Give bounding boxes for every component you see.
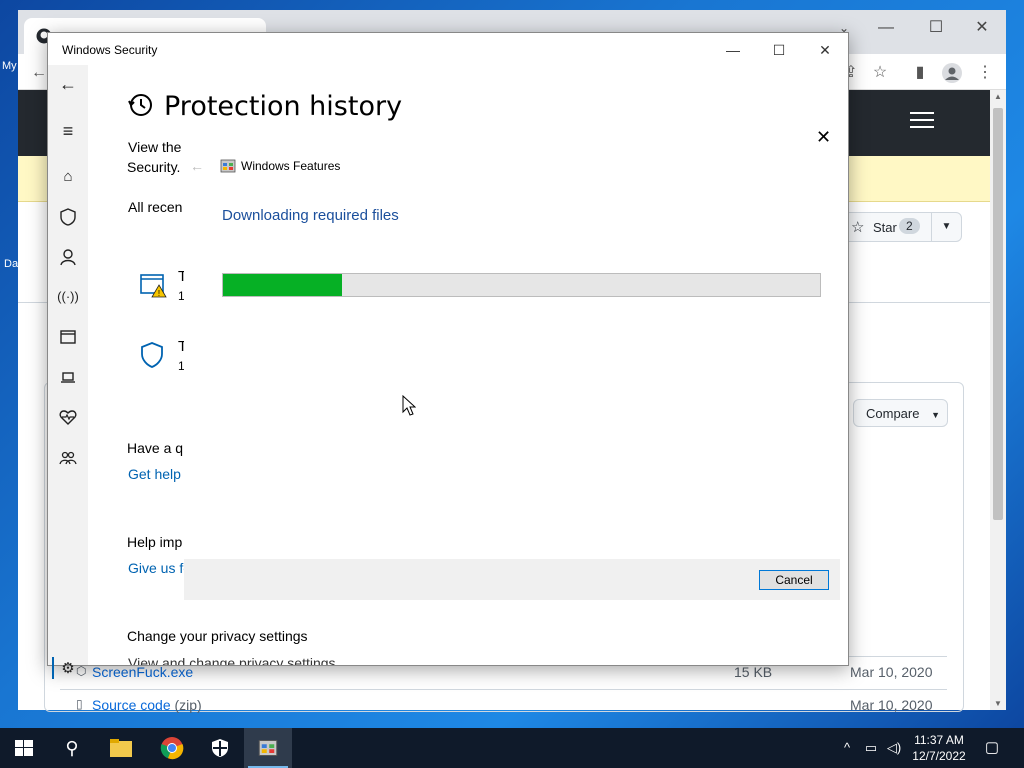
close-icon[interactable]: ✕: [816, 127, 831, 148]
volume-icon[interactable]: ◁): [886, 740, 902, 756]
asset-row[interactable]: ▯ Source code (zip) Mar 10, 2020: [60, 689, 947, 721]
filter-label: All recen: [128, 199, 183, 215]
account-icon[interactable]: [57, 246, 79, 268]
clock-time: 11:37 AM: [914, 733, 964, 747]
svg-text:!: !: [158, 289, 160, 298]
system-clock[interactable]: 11:37 AM 12/7/2022: [908, 732, 970, 764]
status-text: Downloading required files: [222, 207, 399, 224]
back-arrow-icon[interactable]: ←: [57, 73, 79, 95]
section-heading: Have a q: [127, 440, 184, 456]
home-icon[interactable]: ⌂: [57, 166, 79, 188]
close-icon[interactable]: ✕: [962, 14, 1002, 42]
star-button-label: Star: [873, 220, 897, 235]
page-title: Protection history: [164, 91, 403, 122]
firewall-network-icon[interactable]: ((·)): [57, 286, 79, 308]
close-icon[interactable]: ✕: [802, 37, 848, 63]
window-title: Windows Security: [62, 43, 158, 57]
notifications-icon[interactable]: ▢: [984, 740, 1000, 756]
taskbar: ⚲ ^ ▭ ◁) 11:37 AM 12/7/2022 ▢: [0, 728, 1024, 768]
star-dropdown-icon[interactable]: ▼: [931, 213, 961, 241]
scroll-down-icon[interactable]: ▼: [994, 699, 1002, 708]
family-options-icon[interactable]: [57, 447, 79, 469]
scrollbar-thumb[interactable]: [993, 108, 1003, 520]
page-scrollbar[interactable]: ▲ ▼: [990, 90, 1006, 710]
mouse-cursor-icon: [402, 395, 416, 416]
nav-rail: ← ≡ ⌂ ((·)) ⚙: [48, 65, 88, 679]
asset-name[interactable]: ScreenFuck.exe: [92, 664, 193, 680]
chrome-icon[interactable]: [148, 728, 196, 768]
windows-security-shield-icon[interactable]: [196, 728, 244, 768]
windows-features-taskbar-button[interactable]: [244, 728, 292, 768]
dialog-title: Windows Features: [241, 159, 341, 173]
clock-date: 12/7/2022: [912, 749, 966, 763]
shield-icon[interactable]: [57, 206, 79, 228]
scroll-up-icon[interactable]: ▲: [994, 92, 1002, 101]
active-indicator: [52, 657, 54, 679]
desktop-label[interactable]: Da: [4, 258, 18, 270]
section-heading: Help imp: [127, 534, 183, 550]
dialog-footer: Cancel: [184, 559, 840, 600]
intro-text: Security.: [127, 159, 181, 175]
kebab-menu-icon[interactable]: ⋮: [974, 62, 996, 84]
search-icon[interactable]: ⚲: [48, 728, 96, 768]
device-health-icon[interactable]: [57, 406, 79, 428]
section-heading: Change your privacy settings: [127, 628, 308, 644]
hamburger-menu-icon[interactable]: ≡: [57, 120, 79, 142]
bookmark-star-icon[interactable]: ☆: [869, 62, 891, 84]
app-warning-icon: !: [140, 274, 167, 298]
shield-icon: [141, 342, 163, 368]
side-panel-icon[interactable]: ▮: [909, 62, 931, 84]
get-help-link[interactable]: Get help: [128, 466, 181, 482]
compare-button[interactable]: Compare ▼: [853, 399, 948, 427]
maximize-icon[interactable]: ☐: [756, 37, 802, 63]
asset-name[interactable]: Source code (zip): [92, 697, 202, 713]
desktop-label[interactable]: My: [2, 60, 17, 72]
windows-features-dialog: ← Windows Features Downloading required …: [184, 150, 840, 600]
progress-fill: [223, 274, 343, 296]
privacy-link-clip: View and change privacy settings: [128, 653, 428, 665]
network-icon[interactable]: ▭: [863, 740, 879, 756]
windows-start-icon[interactable]: [0, 728, 48, 768]
minimize-icon[interactable]: —: [866, 14, 906, 42]
profile-avatar[interactable]: [941, 62, 963, 84]
chevron-up-icon[interactable]: ^: [839, 740, 855, 756]
history-icon: [128, 94, 152, 116]
asset-size: 15 KB: [734, 664, 773, 680]
settings-gear-icon[interactable]: ⚙: [57, 658, 79, 680]
star-button[interactable]: ☆ Star 2 ▼: [842, 212, 962, 242]
windows-features-icon: [258, 740, 278, 756]
file-zip-icon: ▯: [76, 697, 83, 711]
feedback-link[interactable]: Give us fe: [128, 560, 191, 576]
maximize-icon[interactable]: ☐: [916, 14, 956, 42]
compare-button-label: Compare: [866, 406, 920, 421]
windows-features-icon: [220, 159, 236, 173]
intro-text: View the: [128, 139, 182, 155]
minimize-icon[interactable]: —: [710, 37, 756, 63]
progress-bar: [222, 273, 821, 297]
device-security-icon[interactable]: [57, 366, 79, 388]
app-browser-control-icon[interactable]: [57, 326, 79, 348]
chevron-down-icon: ▼: [931, 410, 941, 420]
privacy-link[interactable]: View and change privacy settings: [128, 655, 336, 665]
hamburger-menu-icon[interactable]: [910, 112, 934, 130]
file-explorer-icon[interactable]: [97, 728, 145, 768]
star-count: 2: [899, 218, 920, 234]
back-arrow-icon: ←: [190, 158, 204, 174]
asset-date: Mar 10, 2020: [850, 664, 933, 680]
cancel-button[interactable]: Cancel: [759, 570, 829, 590]
asset-date: Mar 10, 2020: [850, 697, 933, 713]
star-icon: ☆: [851, 219, 865, 236]
